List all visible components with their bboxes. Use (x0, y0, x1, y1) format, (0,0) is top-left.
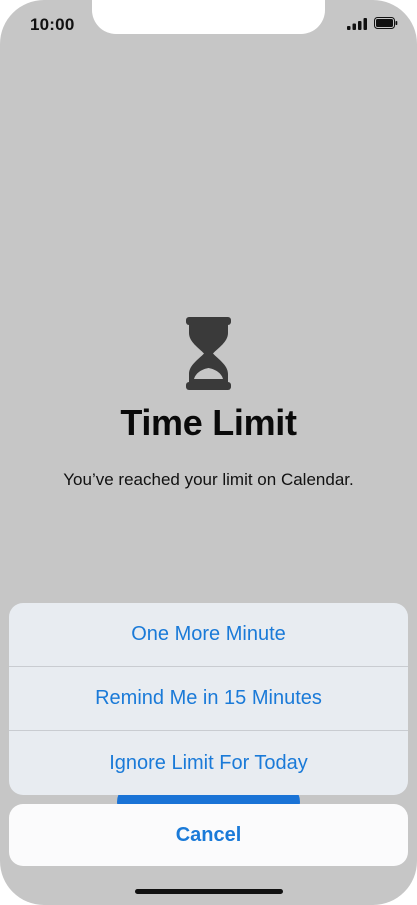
remind-me-in-15-minutes-button[interactable]: Remind Me in 15 Minutes (9, 667, 408, 731)
status-bar-time: 10:00 (30, 15, 75, 34)
hourglass-icon (186, 317, 231, 390)
cellular-signal-icon (347, 18, 367, 30)
home-indicator[interactable] (135, 889, 283, 894)
ignore-limit-for-today-button[interactable]: Ignore Limit For Today (9, 731, 408, 795)
device-notch (92, 0, 325, 34)
page-title: Time Limit (120, 402, 297, 443)
battery-icon (374, 17, 398, 29)
limit-message: You’ve reached your limit on Calendar. (63, 470, 354, 489)
one-more-minute-button[interactable]: One More Minute (9, 603, 408, 667)
cancel-button[interactable]: Cancel (9, 804, 408, 866)
phone-screen: 10:00 Time Limit You’ve reached your lim… (0, 0, 417, 905)
action-sheet: One More Minute Remind Me in 15 Minutes … (9, 603, 408, 795)
